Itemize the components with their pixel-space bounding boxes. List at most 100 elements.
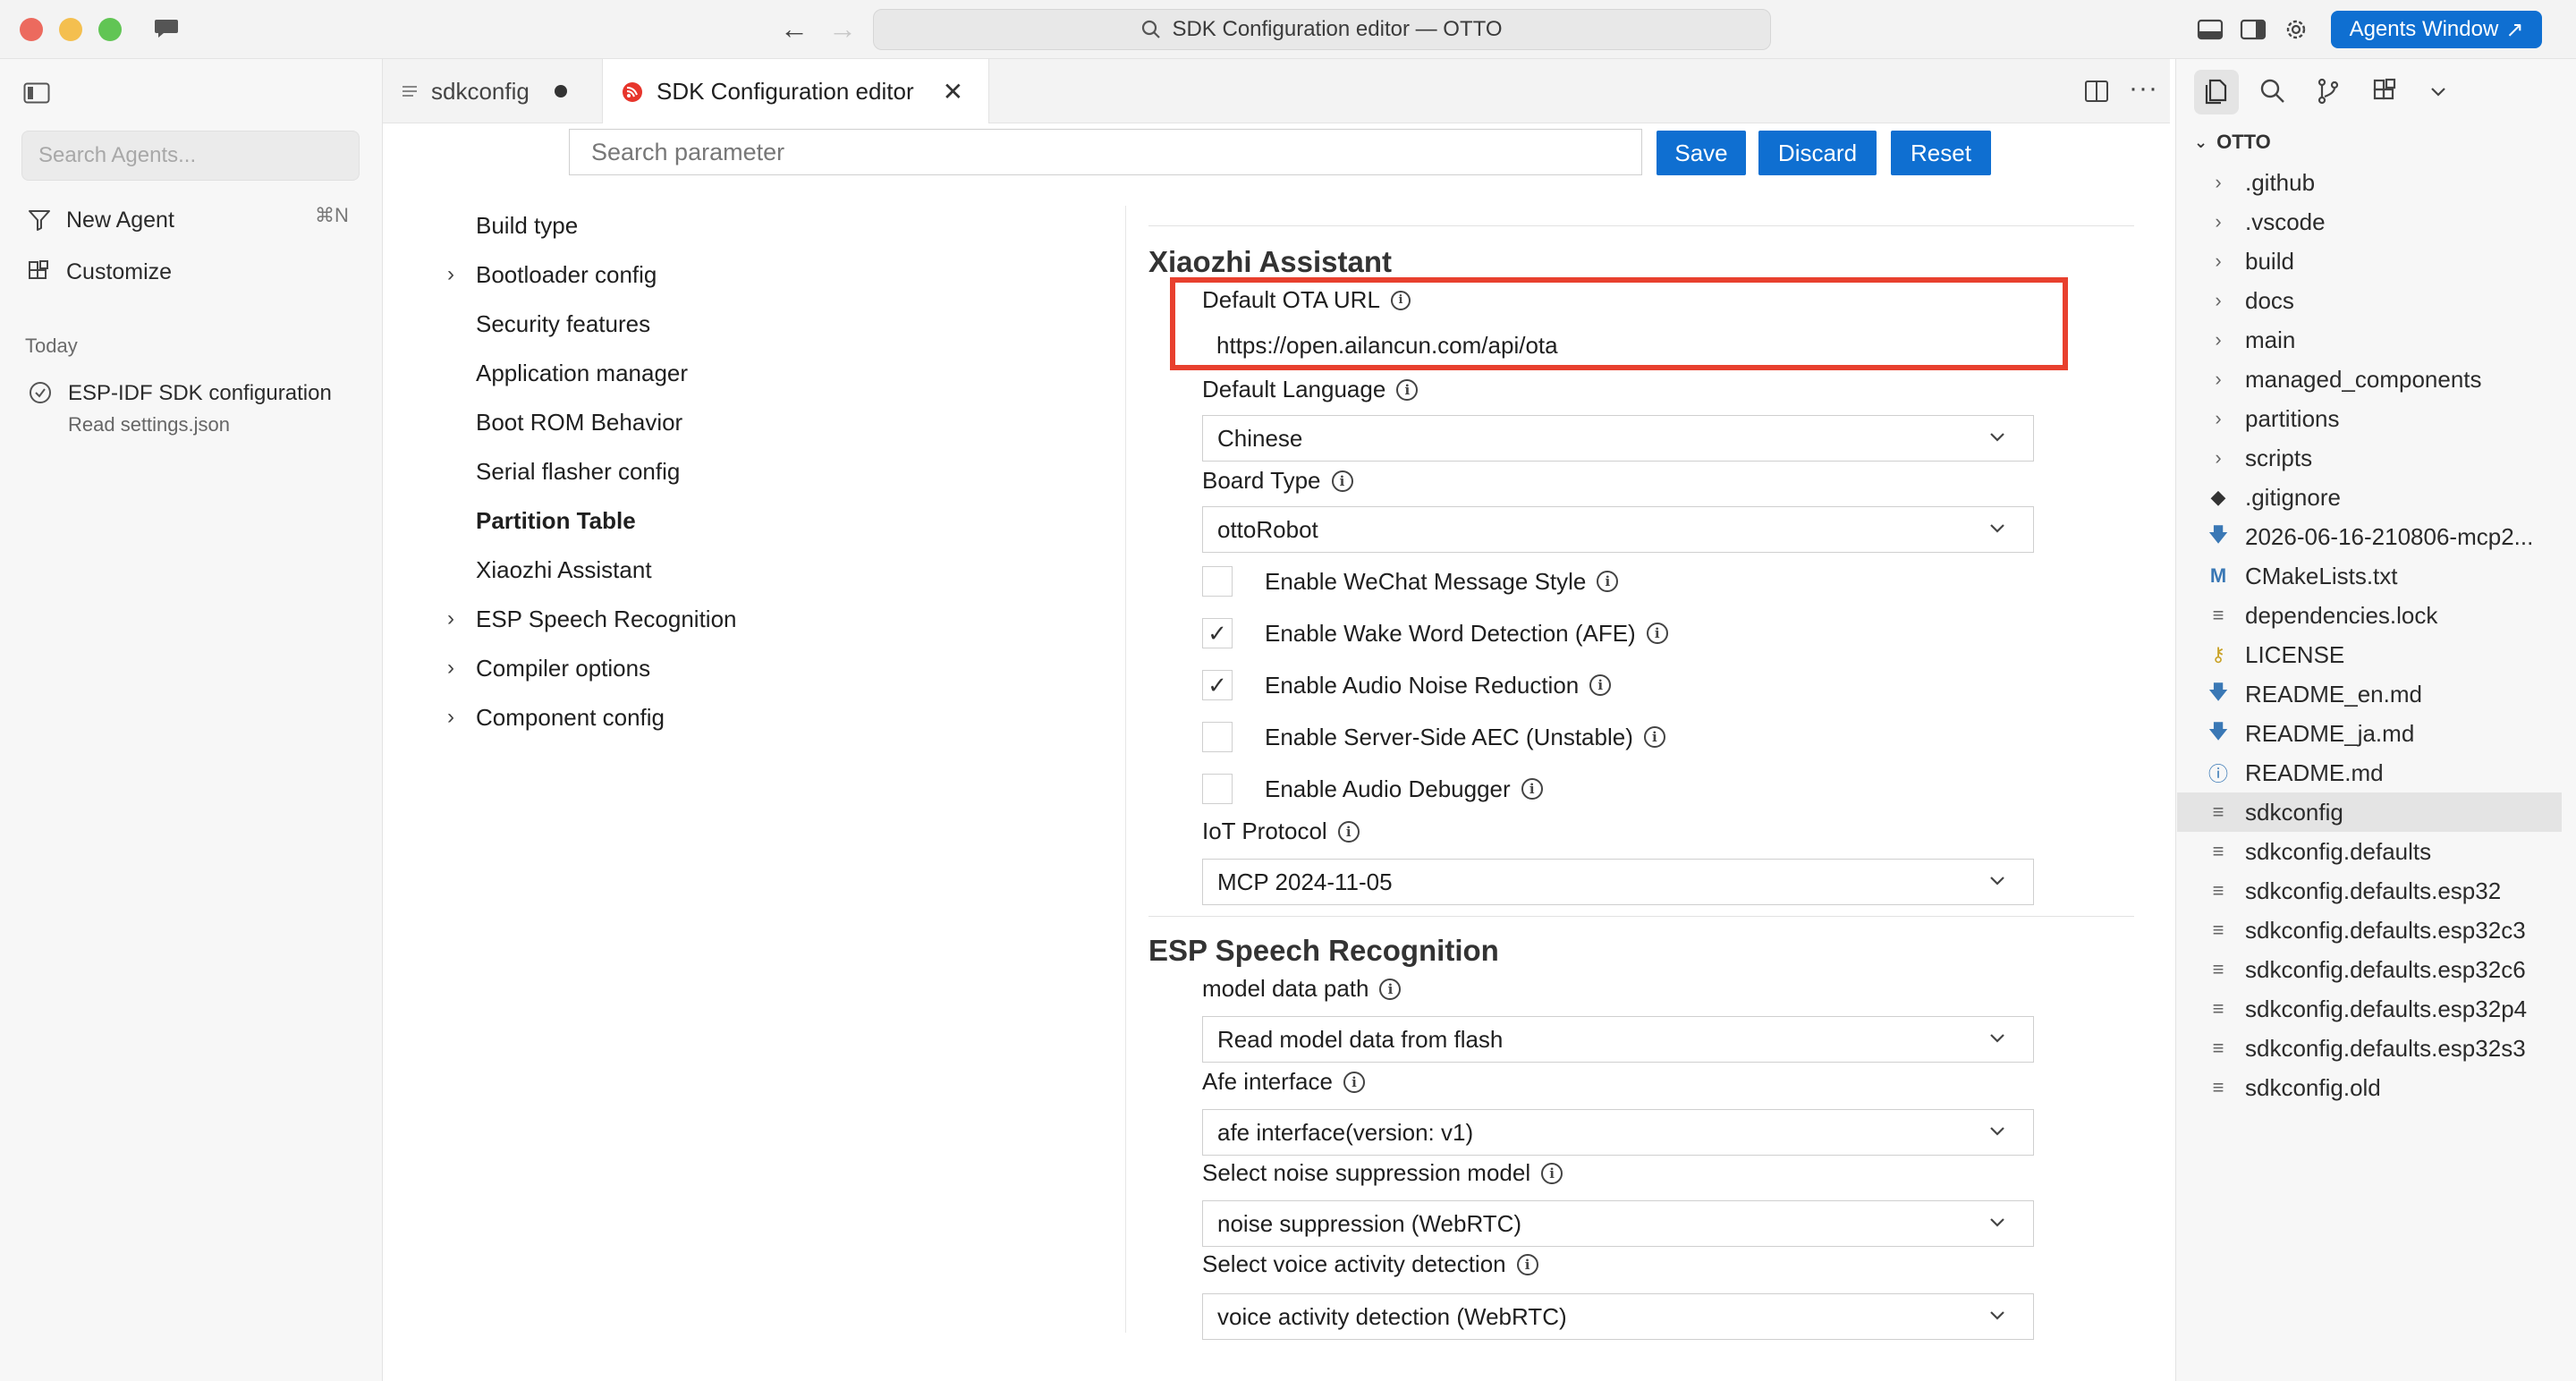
file-sdkconfig-defaults-esp32s3[interactable]: ≡ sdkconfig.defaults.esp32s3 bbox=[2177, 1029, 2562, 1068]
tree-item-build-type[interactable]: Build type bbox=[435, 206, 578, 245]
tree-item-security-features[interactable]: Security features bbox=[435, 304, 650, 343]
search-icon[interactable] bbox=[2258, 77, 2287, 106]
file-mcp-markdown[interactable]: 🡇 2026-06-16-210806-mcp2... bbox=[2177, 517, 2562, 556]
info-icon[interactable]: i bbox=[1521, 778, 1543, 800]
info-icon[interactable]: i bbox=[1396, 378, 1419, 401]
file-cmakelists[interactable]: M CMakeLists.txt bbox=[2177, 556, 2562, 596]
sidebar-toggle-icon[interactable] bbox=[23, 82, 50, 104]
new-agent-item[interactable]: New Agent bbox=[27, 202, 174, 238]
tree-item-component-config[interactable]: › Component config bbox=[435, 698, 665, 737]
info-icon[interactable]: i bbox=[1337, 820, 1360, 843]
noise-suppression-select[interactable]: noise suppression (WebRTC) bbox=[1202, 1200, 2034, 1247]
toggle-secondary-sidebar-icon[interactable] bbox=[2240, 16, 2267, 43]
iot-protocol-select[interactable]: MCP 2024-11-05 bbox=[1202, 859, 2034, 905]
discard-button[interactable]: Discard bbox=[1758, 131, 1877, 175]
info-icon[interactable]: i bbox=[1331, 470, 1353, 492]
tab-sdkconfig[interactable]: sdkconfig bbox=[383, 59, 603, 123]
reset-button[interactable]: Reset bbox=[1891, 131, 1991, 175]
file-sdkconfig-old[interactable]: ≡ sdkconfig.old bbox=[2177, 1068, 2562, 1107]
tree-item-application-manager[interactable]: Application manager bbox=[435, 353, 688, 393]
file-lines-icon: ≡ bbox=[2212, 879, 2224, 902]
source-control-icon[interactable] bbox=[2314, 77, 2343, 106]
info-icon[interactable]: i bbox=[1643, 726, 1665, 748]
tree-item-bootloader-config[interactable]: › Bootloader config bbox=[435, 255, 657, 294]
info-icon[interactable]: i bbox=[1516, 1253, 1538, 1275]
window-scrollbar[interactable] bbox=[2563, 59, 2576, 1381]
info-icon[interactable]: i bbox=[1343, 1071, 1365, 1093]
folder-vscode[interactable]: › .vscode bbox=[2177, 202, 2562, 241]
chevron-right-icon[interactable]: › bbox=[435, 705, 476, 730]
split-editor-icon[interactable] bbox=[2084, 79, 2109, 104]
file-gitignore[interactable]: ◆ .gitignore bbox=[2177, 478, 2562, 517]
info-icon[interactable]: i bbox=[1541, 1162, 1563, 1184]
file-sdkconfig-defaults-esp32c3[interactable]: ≡ sdkconfig.defaults.esp32c3 bbox=[2177, 911, 2562, 950]
tree-item-esp-speech-recognition[interactable]: › ESP Speech Recognition bbox=[435, 599, 737, 639]
wake-word-checkbox[interactable]: ✓ bbox=[1202, 618, 1233, 648]
file-readme-en[interactable]: 🡇 README_en.md bbox=[2177, 674, 2562, 714]
info-icon[interactable]: i bbox=[1589, 674, 1612, 696]
default-language-select[interactable]: Chinese bbox=[1202, 415, 2034, 462]
folder-build[interactable]: › build bbox=[2177, 241, 2562, 281]
gear-icon[interactable] bbox=[2283, 16, 2309, 43]
explorer-root[interactable]: ⌄ OTTO bbox=[2194, 131, 2271, 154]
forward-arrow-icon[interactable]: → bbox=[828, 13, 857, 46]
folder-scripts[interactable]: › scripts bbox=[2177, 438, 2562, 478]
info-icon[interactable]: i bbox=[1646, 623, 1668, 644]
files-icon[interactable] bbox=[2202, 77, 2231, 106]
chat-icon[interactable] bbox=[154, 18, 179, 39]
model-path-select[interactable]: Read model data from flash bbox=[1202, 1016, 2034, 1063]
window-minimize-button[interactable] bbox=[59, 18, 82, 41]
file-sdkconfig[interactable]: ≡ sdkconfig bbox=[2177, 792, 2562, 832]
board-type-select[interactable]: ottoRobot bbox=[1202, 506, 2034, 553]
extensions-icon[interactable] bbox=[2371, 77, 2400, 106]
file-readme[interactable]: ⓘ README.md bbox=[2177, 753, 2562, 792]
chevron-right-icon[interactable]: › bbox=[435, 656, 476, 681]
file-sdkconfig-defaults[interactable]: ≡ sdkconfig.defaults bbox=[2177, 832, 2562, 871]
agents-window-button[interactable]: Agents Window ↗ bbox=[2331, 11, 2542, 48]
info-icon[interactable]: i bbox=[1379, 978, 1402, 1000]
session-title[interactable]: ESP-IDF SDK configuration bbox=[68, 381, 363, 406]
vad-select[interactable]: voice activity detection (WebRTC) bbox=[1202, 1293, 2034, 1340]
audio-debugger-row: Enable Audio Debugger i bbox=[1202, 771, 1543, 807]
file-sdkconfig-defaults-esp32[interactable]: ≡ sdkconfig.defaults.esp32 bbox=[2177, 871, 2562, 911]
tab-sdk-configuration-editor[interactable]: SDK Configuration editor ✕ bbox=[603, 59, 989, 124]
wechat-style-checkbox[interactable] bbox=[1202, 566, 1233, 597]
afe-interface-select[interactable]: afe interface(version: v1) bbox=[1202, 1109, 2034, 1156]
back-arrow-icon[interactable]: ← bbox=[780, 13, 809, 46]
file-dependencies-lock[interactable]: ≡ dependencies.lock bbox=[2177, 596, 2562, 635]
file-sdkconfig-defaults-esp32c6[interactable]: ≡ sdkconfig.defaults.esp32c6 bbox=[2177, 950, 2562, 989]
file-license[interactable]: ⚷ LICENSE bbox=[2177, 635, 2562, 674]
audio-debugger-checkbox[interactable] bbox=[1202, 774, 1233, 804]
tree-item-partition-table[interactable]: Partition Table bbox=[435, 501, 636, 540]
tree-item-boot-rom-behavior[interactable]: Boot ROM Behavior bbox=[435, 402, 682, 442]
customize-item[interactable]: Customize bbox=[27, 254, 172, 290]
folder-partitions[interactable]: › partitions bbox=[2177, 399, 2562, 438]
noise-reduction-checkbox[interactable]: ✓ bbox=[1202, 670, 1233, 700]
tree-item-serial-flasher-config[interactable]: Serial flasher config bbox=[435, 452, 680, 491]
toggle-panel-icon[interactable] bbox=[2197, 16, 2224, 43]
tree-item-compiler-options[interactable]: › Compiler options bbox=[435, 648, 650, 688]
chevron-right-icon[interactable]: › bbox=[435, 262, 476, 287]
chevron-right-icon[interactable]: › bbox=[435, 606, 476, 631]
tree-item-xiaozhi-assistant[interactable]: Xiaozhi Assistant bbox=[435, 550, 652, 589]
pane-divider[interactable] bbox=[1125, 206, 1126, 1333]
search-agents-input[interactable]: Search Agents... bbox=[21, 131, 360, 181]
search-parameter-input[interactable]: Search parameter bbox=[569, 129, 1642, 175]
chevron-down-icon bbox=[1990, 1218, 2004, 1227]
close-icon[interactable]: ✕ bbox=[943, 77, 963, 106]
save-button[interactable]: Save bbox=[1657, 131, 1746, 175]
window-maximize-button[interactable] bbox=[98, 18, 122, 41]
info-icon[interactable]: i bbox=[1597, 571, 1619, 592]
command-center[interactable]: SDK Configuration editor — OTTO bbox=[873, 9, 1771, 50]
folder-github[interactable]: › .github bbox=[2177, 163, 2562, 202]
window-close-button[interactable] bbox=[20, 18, 43, 41]
unsaved-dot-icon[interactable] bbox=[554, 85, 567, 97]
more-actions-icon[interactable]: ··· bbox=[2129, 73, 2158, 104]
server-aec-checkbox[interactable] bbox=[1202, 722, 1233, 752]
folder-managed-components[interactable]: › managed_components bbox=[2177, 360, 2562, 399]
chevron-down-icon[interactable] bbox=[2428, 82, 2448, 102]
folder-main[interactable]: › main bbox=[2177, 320, 2562, 360]
file-sdkconfig-defaults-esp32p4[interactable]: ≡ sdkconfig.defaults.esp32p4 bbox=[2177, 989, 2562, 1029]
file-readme-ja[interactable]: 🡇 README_ja.md bbox=[2177, 714, 2562, 753]
folder-docs[interactable]: › docs bbox=[2177, 281, 2562, 320]
